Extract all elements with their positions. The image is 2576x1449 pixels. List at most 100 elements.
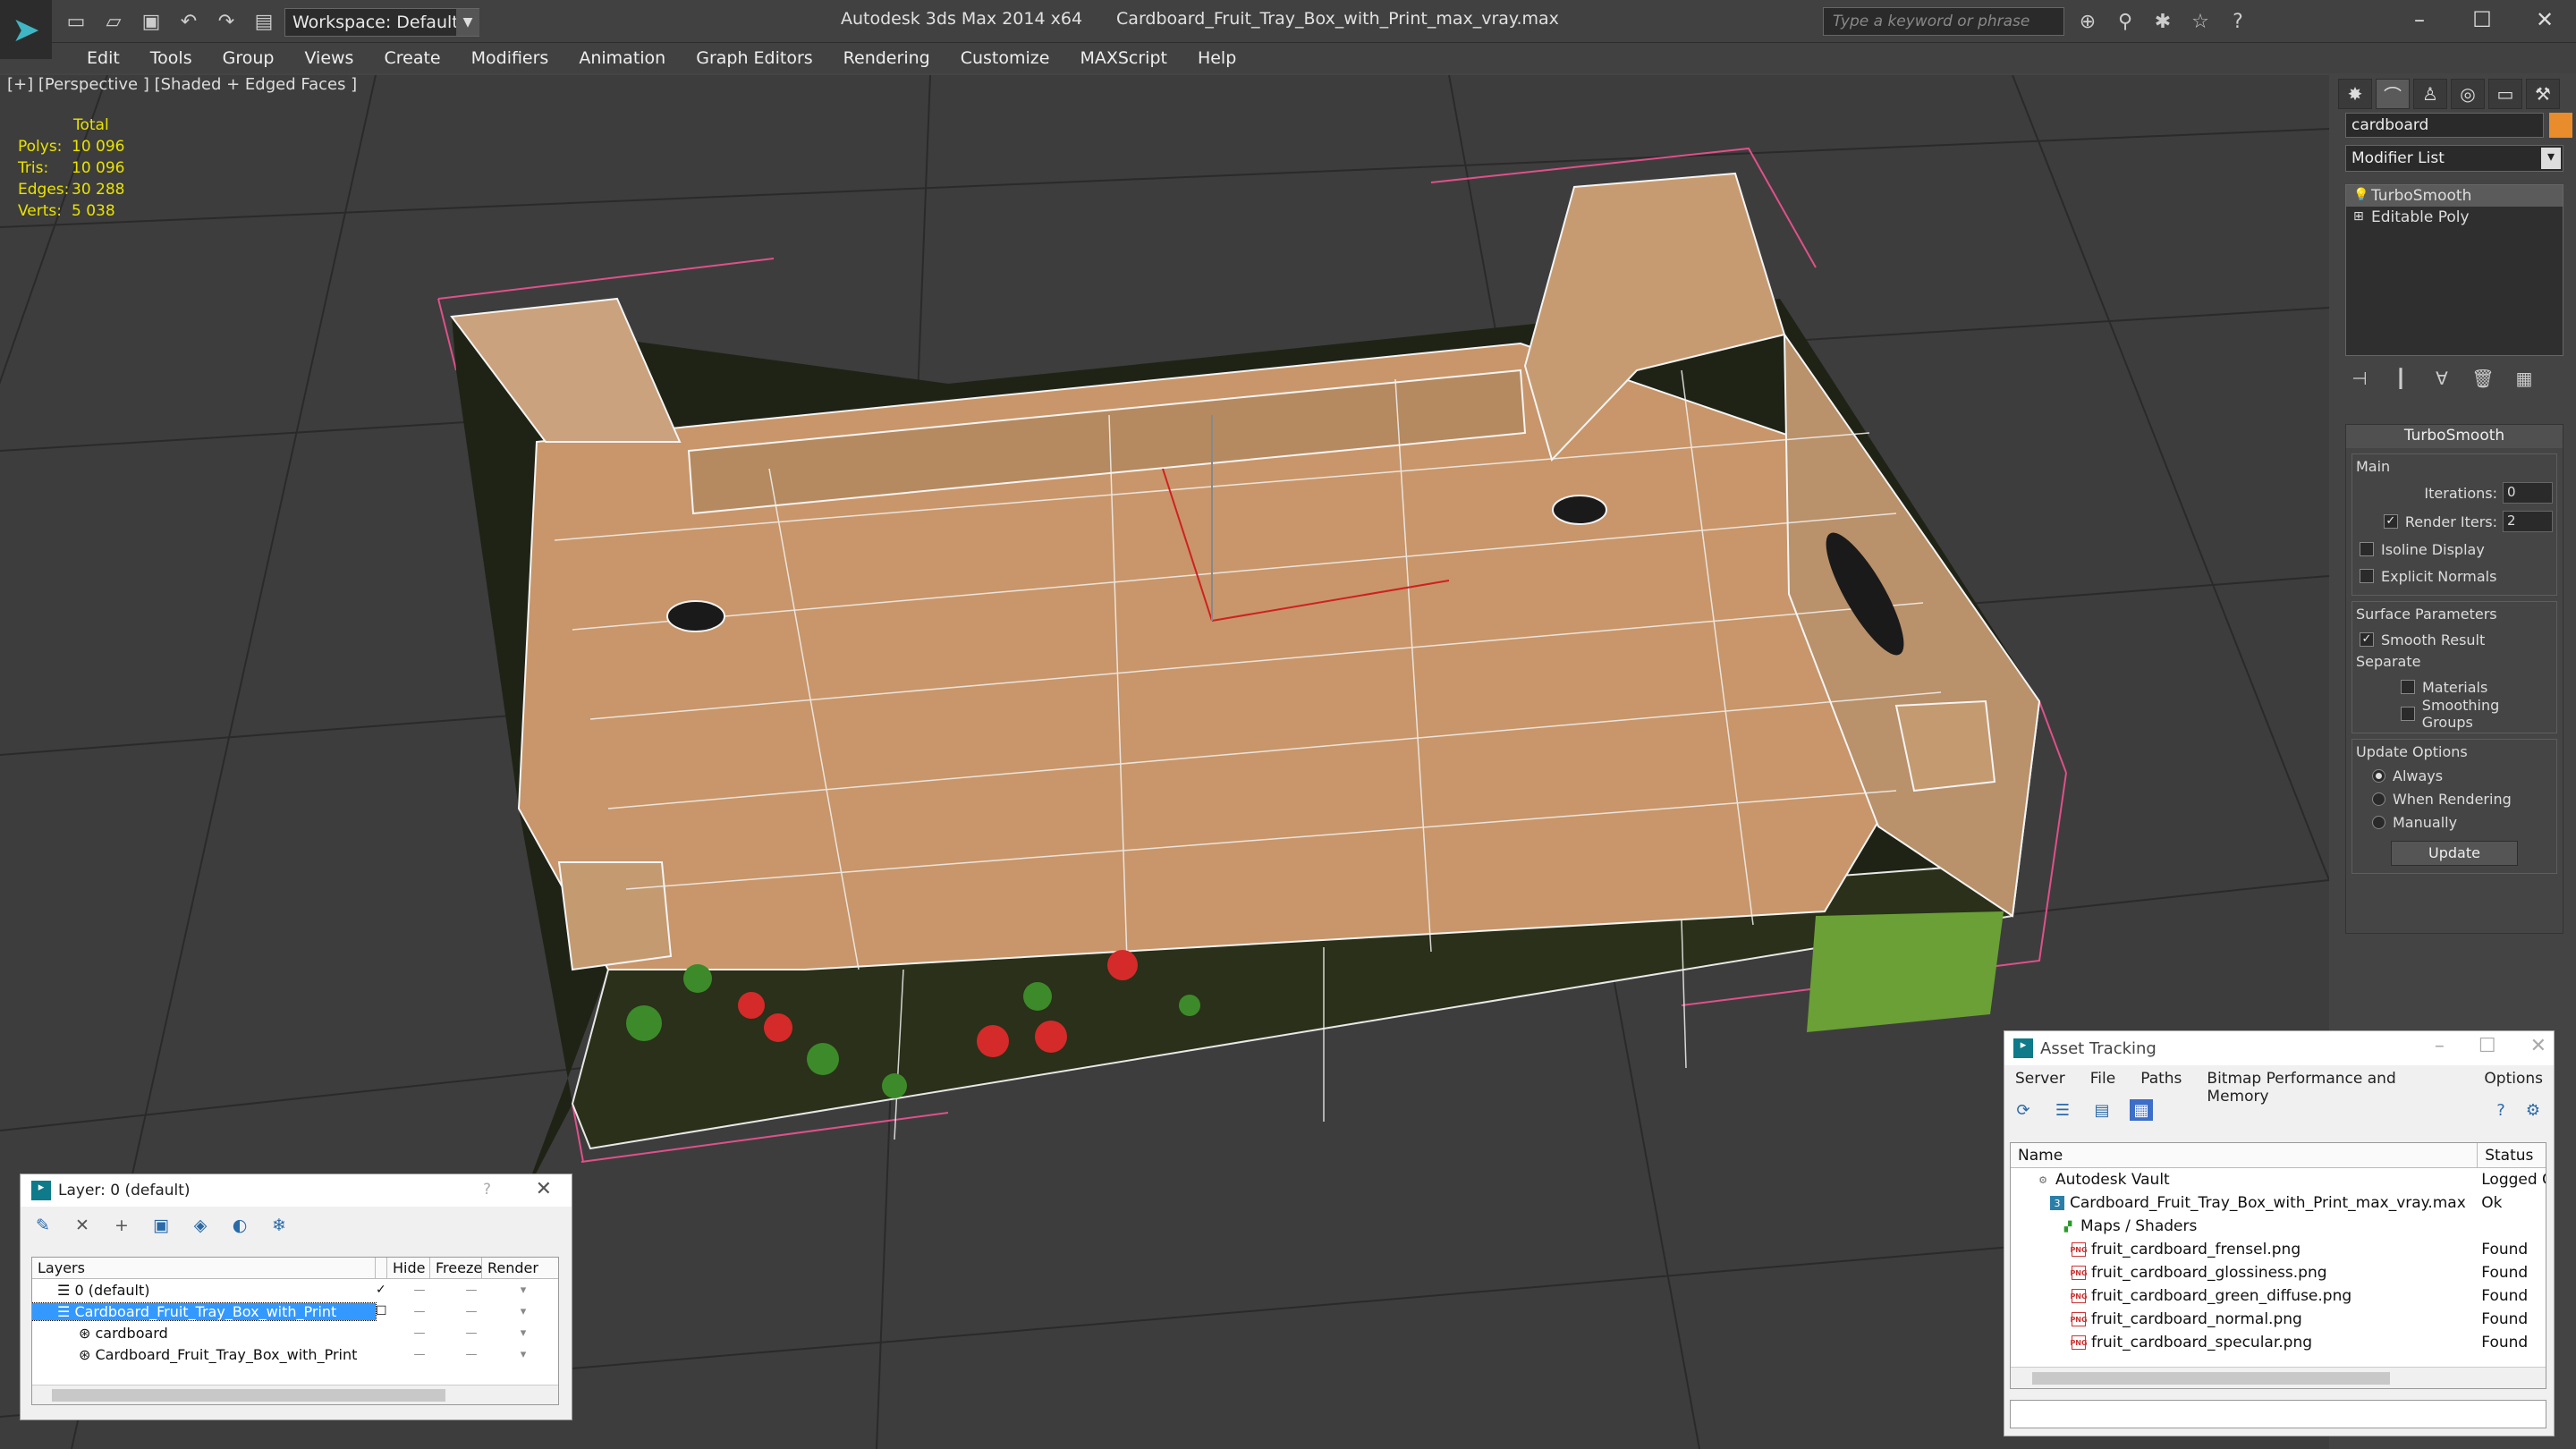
modify-tab-icon[interactable]: ⌒	[2376, 79, 2410, 109]
smooth-result-checkbox[interactable]: ✓ Smooth Result	[2356, 626, 2553, 653]
horizontal-scrollbar[interactable]	[32, 1385, 558, 1404]
column-status[interactable]: Status	[2478, 1143, 2546, 1167]
stack-item-editable-poly[interactable]: ⊞ Editable Poly	[2346, 207, 2563, 228]
binoculars-icon[interactable]: ⊕	[2073, 7, 2102, 36]
render-icon[interactable]: ▾	[497, 1284, 549, 1297]
menu-rendering[interactable]: Rendering	[828, 43, 945, 73]
render-icon[interactable]: ▾	[497, 1348, 549, 1361]
iterations-spinner[interactable]: 0	[2503, 482, 2553, 504]
refresh-icon[interactable]: ⟳	[2012, 1099, 2035, 1121]
communication-icon[interactable]: ✱	[2148, 7, 2177, 36]
freeze-toggle[interactable]: —	[445, 1284, 497, 1297]
help-icon[interactable]: ?	[483, 1181, 491, 1199]
asset-row[interactable]: PNG fruit_cardboard_specular.png Found	[2011, 1331, 2546, 1354]
close-icon[interactable]: ✕	[2530, 1035, 2546, 1057]
hide-all-icon[interactable]: ◐	[228, 1214, 251, 1237]
smoothing-groups-checkbox[interactable]: Smoothing Groups	[2356, 697, 2553, 731]
select-objects-icon[interactable]: ▣	[149, 1214, 173, 1237]
subscription-icon[interactable]: ⚲	[2111, 7, 2140, 36]
project-folder-icon[interactable]: ▤	[250, 8, 277, 35]
search-input[interactable]: Type a keyword or phrase	[1823, 7, 2064, 36]
add-selection-icon[interactable]: +	[110, 1214, 133, 1237]
object-color-swatch[interactable]	[2549, 113, 2572, 138]
always-radio[interactable]: Always	[2356, 764, 2553, 787]
minimize-icon[interactable]: –	[2435, 1035, 2445, 1057]
render-icon[interactable]: ▾	[497, 1326, 549, 1340]
display-tab-icon[interactable]: ▭	[2488, 79, 2522, 109]
update-button[interactable]: Update	[2391, 841, 2518, 866]
stack-item-turbosmooth[interactable]: 💡 TurboSmooth	[2346, 185, 2563, 207]
pin-stack-icon[interactable]: ⊣	[2345, 365, 2374, 392]
create-tab-icon[interactable]: ✸	[2338, 79, 2372, 109]
menu-bitmap-performance[interactable]: Bitmap Performance and Memory	[2207, 1070, 2459, 1106]
column-freeze[interactable]: Freeze	[430, 1258, 482, 1278]
hierarchy-tab-icon[interactable]: ♙	[2413, 79, 2447, 109]
column-hide[interactable]: Hide	[387, 1258, 430, 1278]
scrollbar-thumb[interactable]	[2032, 1372, 2390, 1385]
horizontal-scrollbar[interactable]	[2011, 1367, 2546, 1388]
asset-window-titlebar[interactable]: ▸ Asset Tracking – ☐ ✕	[2004, 1031, 2554, 1065]
remove-modifier-icon[interactable]: 🗑	[2469, 365, 2497, 392]
new-file-icon[interactable]: ▭	[63, 8, 89, 35]
isoline-display-checkbox[interactable]: Isoline Display	[2356, 536, 2553, 563]
lightbulb-icon[interactable]: 💡	[2353, 188, 2368, 202]
close-icon[interactable]: ✕	[2513, 0, 2576, 39]
menu-options[interactable]: Options	[2484, 1070, 2543, 1089]
chevron-down-icon[interactable]: ▼	[456, 9, 479, 36]
help-icon[interactable]: ?	[2224, 7, 2252, 36]
render-icon[interactable]: ▾	[497, 1305, 549, 1318]
layer-row[interactable]: ⊛ cardboard — — ▾	[32, 1322, 558, 1343]
make-unique-icon[interactable]: ∀	[2428, 365, 2456, 392]
hide-toggle[interactable]: —	[394, 1284, 445, 1297]
manually-radio[interactable]: Manually	[2356, 810, 2553, 834]
column-render[interactable]: Render	[482, 1258, 538, 1278]
motion-tab-icon[interactable]: ◎	[2451, 79, 2485, 109]
freeze-toggle[interactable]: —	[445, 1305, 497, 1318]
expand-icon[interactable]: ⊞	[2353, 209, 2364, 224]
help-icon[interactable]: ?	[2489, 1099, 2512, 1121]
hide-toggle[interactable]: —	[394, 1348, 445, 1361]
asset-row[interactable]: PNG fruit_cardboard_glossiness.png Found	[2011, 1261, 2546, 1284]
undo-icon[interactable]: ↶	[175, 8, 202, 35]
viewport-label[interactable]: [+] [Perspective ] [Shaded + Edged Faces…	[7, 75, 357, 94]
redo-icon[interactable]: ↷	[213, 8, 240, 35]
when-rendering-radio[interactable]: When Rendering	[2356, 787, 2553, 810]
menu-edit[interactable]: Edit	[72, 43, 135, 73]
favorites-star-icon[interactable]: ☆	[2186, 7, 2215, 36]
configure-sets-icon[interactable]: ▦	[2510, 365, 2538, 392]
settings-icon[interactable]: ⚙	[2521, 1099, 2545, 1121]
menu-animation[interactable]: Animation	[564, 43, 681, 73]
new-layer-icon[interactable]: ✎	[31, 1214, 55, 1237]
layer-row[interactable]: ☰ 0 (default) ✓ — — ▾	[32, 1279, 558, 1301]
menu-group[interactable]: Group	[208, 43, 290, 73]
render-iters-checkbox[interactable]: ✓	[2383, 514, 2398, 529]
menu-tools[interactable]: Tools	[135, 43, 208, 73]
hide-toggle[interactable]: —	[394, 1326, 445, 1340]
explicit-normals-checkbox[interactable]: Explicit Normals	[2356, 563, 2553, 589]
show-end-result-icon[interactable]: ┃	[2386, 365, 2415, 392]
menu-modifiers[interactable]: Modifiers	[456, 43, 564, 73]
asset-row[interactable]: 3 Cardboard_Fruit_Tray_Box_with_Print_max…	[2011, 1191, 2546, 1215]
utilities-tab-icon[interactable]: ⚒	[2526, 79, 2560, 109]
asset-row[interactable]: PNG fruit_cardboard_frensel.png Found	[2011, 1238, 2546, 1261]
modifier-list-dropdown[interactable]: Modifier List	[2345, 145, 2563, 172]
menu-help[interactable]: Help	[1182, 43, 1251, 73]
workspace-dropdown[interactable]: Workspace: Default	[284, 8, 479, 37]
freeze-toggle[interactable]: —	[445, 1348, 497, 1361]
save-icon[interactable]: ▣	[138, 8, 165, 35]
delete-layer-icon[interactable]: ✕	[71, 1214, 94, 1237]
menu-paths[interactable]: Paths	[2140, 1070, 2182, 1089]
menu-create[interactable]: Create	[369, 43, 455, 73]
layer-row[interactable]: ⊛ Cardboard_Fruit_Tray_Box_with_Print — —…	[32, 1343, 558, 1365]
close-icon[interactable]: ✕	[536, 1178, 552, 1200]
menu-file[interactable]: File	[2090, 1070, 2115, 1089]
scrollbar-thumb[interactable]	[52, 1389, 445, 1402]
layer-checkbox[interactable]: ☐	[376, 1304, 394, 1318]
layer-window-titlebar[interactable]: ▸ Layer: 0 (default) ? ✕	[21, 1174, 572, 1207]
open-file-icon[interactable]: ▱	[100, 8, 127, 35]
app-menu-button[interactable]: ➤	[0, 0, 52, 59]
column-name[interactable]: Name	[2011, 1143, 2479, 1167]
maximize-icon[interactable]: ☐	[2451, 0, 2513, 39]
table-view-icon[interactable]: ▦	[2130, 1099, 2153, 1121]
menu-graph-editors[interactable]: Graph Editors	[681, 43, 827, 73]
